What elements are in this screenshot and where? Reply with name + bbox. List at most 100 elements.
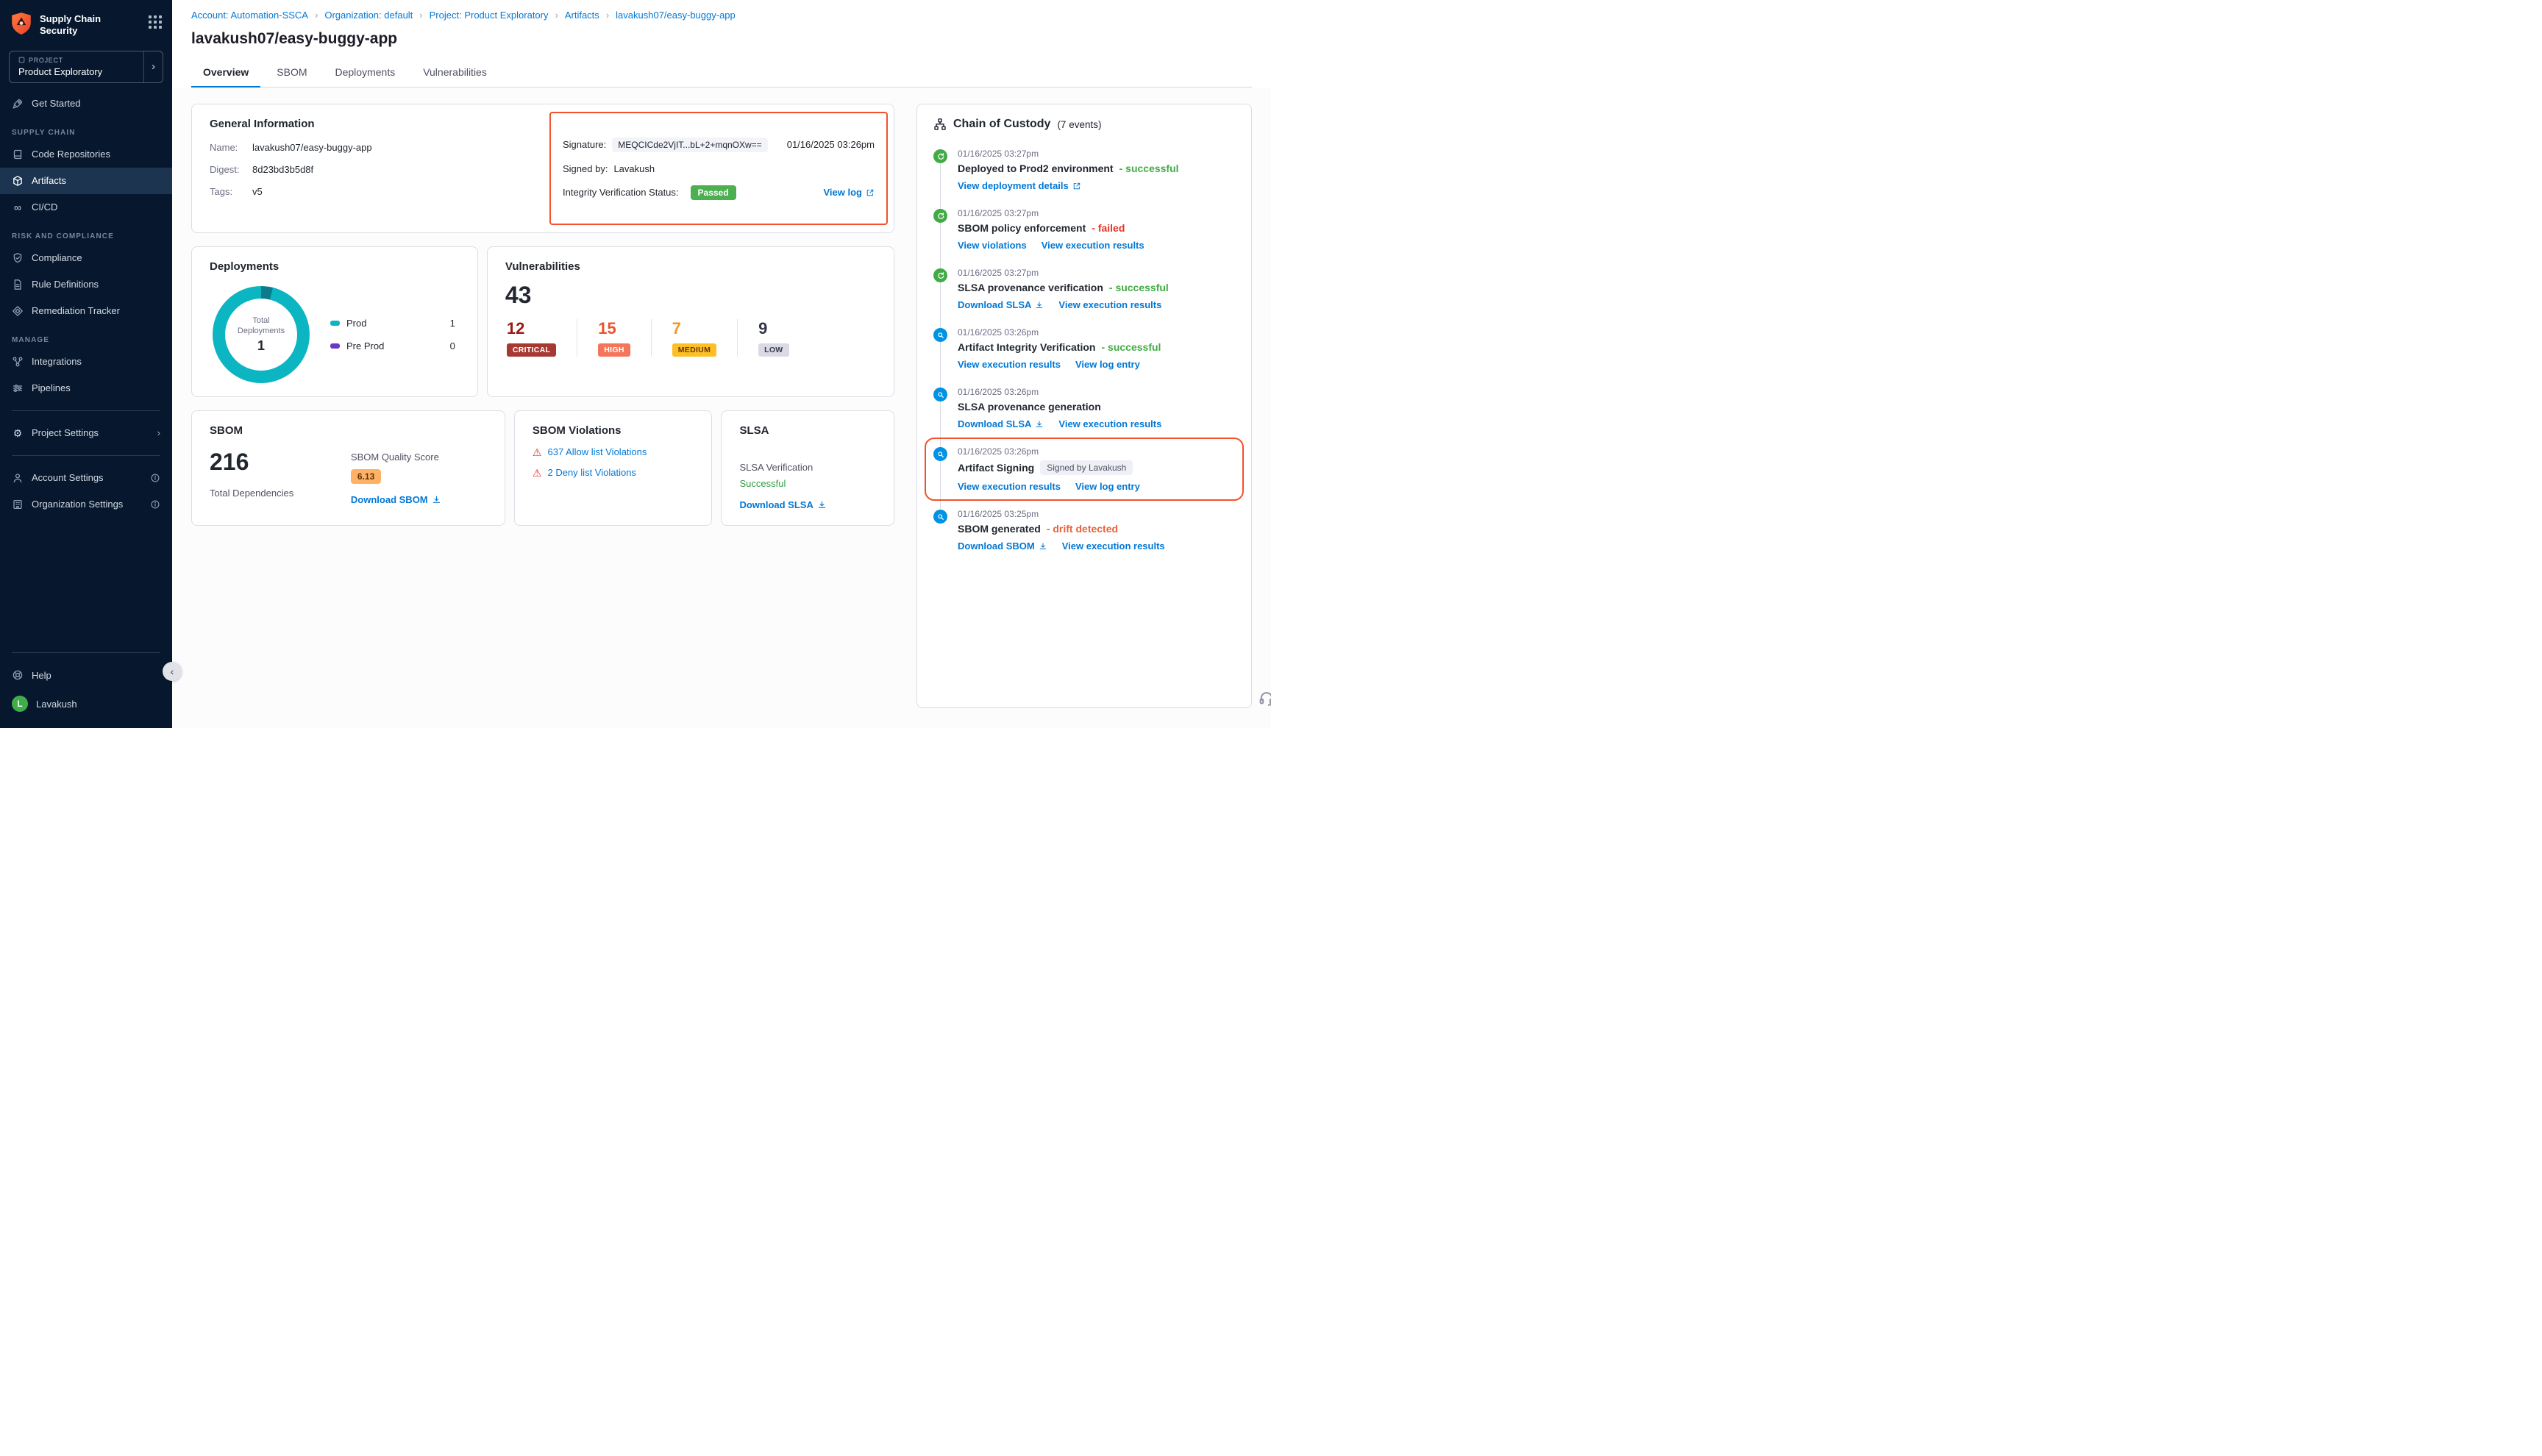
signature-value[interactable]: MEQCICde2VjIT...bL+2+mqnOXw== [612, 138, 767, 152]
external-link-icon [1072, 182, 1081, 190]
sidebar-item-organization-settings[interactable]: Organization Settings [0, 491, 172, 518]
sidebar-item-remediation-tracker[interactable]: Remediation Tracker [0, 298, 172, 324]
view-deployment-details-link[interactable]: View deployment details [958, 180, 1081, 191]
sidebar-item-artifacts[interactable]: Artifacts [0, 168, 172, 194]
sbom-caption: Total Dependencies [210, 488, 293, 499]
view-violations-link[interactable]: View violations [958, 240, 1027, 251]
chain-of-custody-count: (7 events) [1057, 119, 1101, 130]
custody-event-artifact-signing: 01/16/2025 03:26pm Artifact Signing Sign… [933, 446, 1235, 492]
tab-sbom[interactable]: SBOM [265, 59, 318, 87]
sbom-quality-label: SBOM Quality Score [351, 452, 487, 463]
sidebar-item-code-repositories[interactable]: Code Repositories [0, 141, 172, 168]
left-column: General Information Name: lavakush07/eas… [191, 104, 894, 712]
legend-item-prod: Prod 1 [330, 318, 455, 329]
supply-chain-security-logo-icon [10, 12, 32, 35]
view-execution-results-link[interactable]: View execution results [1062, 540, 1165, 552]
custody-event-deployed-prod2: 01/16/2025 03:27pm Deployed to Prod2 env… [933, 149, 1235, 191]
sidebar-item-label: Pipelines [32, 382, 71, 393]
scan-icon [933, 328, 947, 342]
sidebar-item-help[interactable]: Help [0, 662, 172, 688]
download-icon [1035, 420, 1044, 429]
status-badge-passed: Passed [691, 185, 736, 200]
severity-badge: HIGH [598, 343, 630, 357]
info-icon[interactable] [150, 499, 160, 510]
breadcrumb-organization[interactable]: Organization: default [324, 10, 429, 21]
view-log-entry-link[interactable]: View log entry [1075, 359, 1140, 370]
rocket-icon [12, 98, 24, 110]
sidebar-item-rule-definitions[interactable]: Rule Definitions [0, 271, 172, 298]
severity-medium: 7 MEDIUM [651, 319, 737, 357]
donut-center: Total Deployments 1 [225, 299, 297, 371]
download-slsa-link[interactable]: Download SLSA [958, 418, 1044, 429]
tab-deployments[interactable]: Deployments [324, 59, 407, 87]
breadcrumb-project[interactable]: Project: Product Exploratory [430, 10, 565, 21]
custody-event-slsa-provenance-generation: 01/16/2025 03:26pm SLSA provenance gener… [933, 387, 1235, 429]
sidebar-item-label: Get Started [32, 98, 80, 109]
sidebar-user[interactable]: L Lavakush [0, 688, 172, 719]
download-sbom-link[interactable]: Download SBOM [351, 494, 441, 505]
gear-icon: ⚙ [12, 427, 24, 439]
sidebar-item-project-settings[interactable]: ⚙ Project Settings › [0, 420, 172, 446]
info-icon[interactable] [150, 473, 160, 483]
breadcrumb-artifacts[interactable]: Artifacts [565, 10, 616, 21]
sbom-dependency-count: 216 [210, 449, 293, 476]
breadcrumb-current[interactable]: lavakush07/easy-buggy-app [616, 10, 736, 21]
slsa-verification-label: SLSA Verification [739, 462, 876, 473]
deployments-card: Deployments Total Deployments 1 [191, 246, 478, 397]
sidebar-item-label: Rule Definitions [32, 279, 99, 290]
severity-badge: LOW [758, 343, 788, 357]
status-successful: successful [1119, 163, 1179, 174]
sidebar-collapse-handle[interactable]: ‹ [163, 662, 182, 681]
view-log-entry-link[interactable]: View log entry [1075, 481, 1140, 492]
tab-vulnerabilities[interactable]: Vulnerabilities [411, 59, 499, 87]
chevron-right-icon[interactable]: › [143, 51, 163, 82]
prod-color-swatch [330, 321, 340, 326]
deploy-icon [933, 268, 947, 282]
warning-icon: ⚠ [533, 468, 542, 478]
breadcrumb-account[interactable]: Account: Automation-SSCA [191, 10, 324, 21]
view-execution-results-link[interactable]: View execution results [1058, 299, 1161, 310]
signed-by-badge: Signed by Lavakush [1040, 460, 1133, 475]
download-slsa-link[interactable]: Download SLSA [739, 499, 826, 510]
sidebar-item-cicd[interactable]: ∞ CI/CD [0, 194, 172, 221]
user-name: Lavakush [36, 699, 77, 710]
scan-icon [933, 388, 947, 402]
support-chat-icon[interactable] [1258, 689, 1271, 710]
tab-overview[interactable]: Overview [191, 59, 260, 88]
shield-check-icon [12, 252, 24, 264]
document-icon [12, 279, 24, 290]
custody-event-sbom-policy-enforcement: 01/16/2025 03:27pm SBOM policy enforceme… [933, 208, 1235, 251]
severity-high: 15 HIGH [577, 319, 650, 357]
sidebar-item-integrations[interactable]: Integrations [0, 349, 172, 375]
sidebar-item-get-started[interactable]: Get Started [0, 90, 172, 117]
status-successful: successful [1101, 341, 1161, 353]
card-title: Vulnerabilities [505, 260, 876, 273]
deny-list-violations-link[interactable]: 2 Deny list Violations [547, 467, 636, 478]
nav-section-manage: MANAGE [0, 324, 172, 349]
status-successful: successful [1109, 282, 1169, 293]
signature-row: Signature: MEQCICde2VjIT...bL+2+mqnOXw==… [563, 138, 875, 152]
allow-list-violations-link[interactable]: 637 Allow list Violations [547, 446, 647, 457]
scan-icon [933, 510, 947, 524]
module-grid-icon[interactable] [149, 15, 162, 29]
view-execution-results-link[interactable]: View execution results [1058, 418, 1161, 429]
project-selector[interactable]: PROJECT Product Exploratory › [9, 51, 163, 83]
divider [12, 652, 160, 653]
sidebar-item-label: Help [32, 670, 51, 681]
download-slsa-link[interactable]: Download SLSA [958, 299, 1044, 310]
sbom-violations-card: SBOM Violations ⚠ 637 Allow list Violati… [514, 410, 713, 526]
sidebar-item-compliance[interactable]: Compliance [0, 245, 172, 271]
deployments-body: Total Deployments 1 Prod 1 [210, 286, 460, 383]
view-log-link[interactable]: View log [824, 187, 875, 198]
sidebar-item-pipelines[interactable]: Pipelines [0, 375, 172, 402]
signed-by-row: Signed by: Lavakush [563, 163, 875, 174]
sidebar-item-label: Artifacts [32, 175, 66, 186]
sidebar-item-account-settings[interactable]: Account Settings [0, 465, 172, 491]
view-execution-results-link[interactable]: View execution results [958, 359, 1061, 370]
view-execution-results-link[interactable]: View execution results [958, 481, 1061, 492]
legend-item-pre-prod: Pre Prod 0 [330, 340, 455, 351]
project-eyebrow: PROJECT [29, 57, 63, 64]
slsa-card: SLSA SLSA Verification Successful Downlo… [721, 410, 894, 526]
view-execution-results-link[interactable]: View execution results [1042, 240, 1144, 251]
download-sbom-link[interactable]: Download SBOM [958, 540, 1047, 552]
